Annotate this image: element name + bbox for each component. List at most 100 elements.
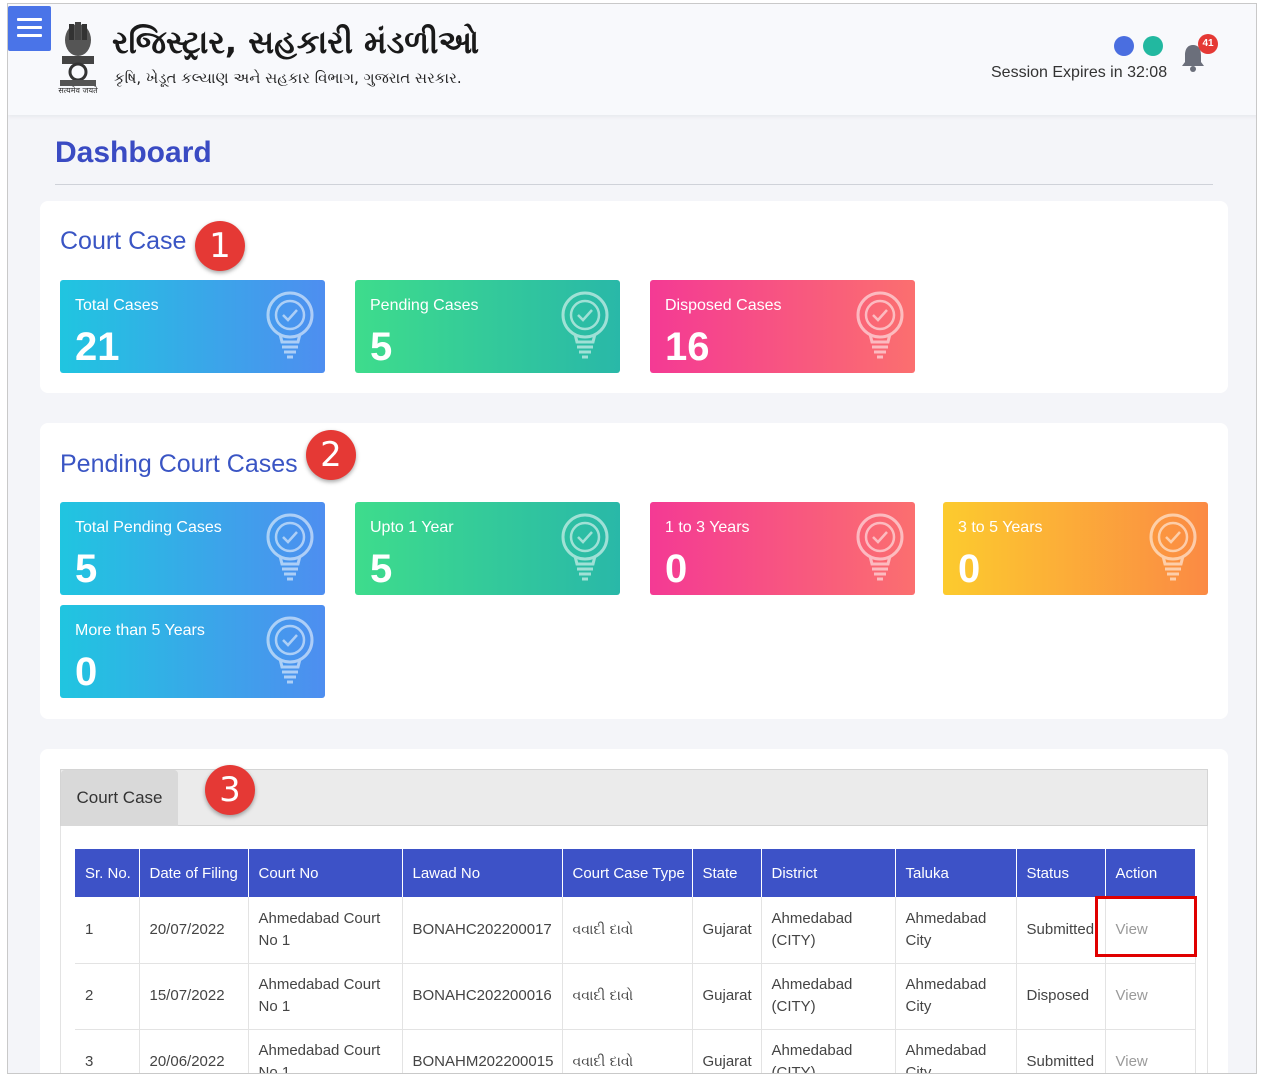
column-header[interactable]: Action <box>1105 849 1196 897</box>
hamburger-menu-icon[interactable] <box>8 6 51 51</box>
cell-date-of-filing: 20/06/2022 <box>139 1029 249 1073</box>
cell-lawad-no: BONAHC202200017 <box>402 897 563 964</box>
card-more-than-5-years[interactable]: More than 5 Years 0 <box>60 605 325 698</box>
cell-action: View <box>1105 1029 1196 1073</box>
cell-sr-no: 2 <box>75 963 140 1030</box>
highlight-box <box>1095 896 1197 957</box>
card-label: Total Cases <box>75 297 159 314</box>
app-title: રજિસ્ટ્રાર, સહકારી મંડળીઓ <box>112 23 480 61</box>
card-value: 0 <box>958 547 981 591</box>
cell-status: Submitted <box>1016 897 1106 964</box>
court-case-table: Sr. No. Date of Filing Court No Lawad No… <box>75 849 1196 1073</box>
card-total-pending[interactable]: Total Pending Cases 5 <box>60 502 325 595</box>
lightbulb-check-icon <box>855 290 905 362</box>
cell-court-case-type: વવાદી દાવો <box>562 897 693 964</box>
cell-date-of-filing: 15/07/2022 <box>139 963 249 1030</box>
table-row: 1 20/07/2022 Ahmedabad Court No 1 BONAHC… <box>75 897 1196 964</box>
cell-sr-no: 1 <box>75 897 140 964</box>
table-row: 2 15/07/2022 Ahmedabad Court No 1 BONAHC… <box>75 963 1196 1030</box>
cell-court-no: Ahmedabad Court No 1 <box>248 1029 403 1073</box>
cell-district: Ahmedabad (CITY) <box>761 897 896 964</box>
title-divider <box>55 184 1213 185</box>
column-header[interactable]: Lawad No <box>402 849 563 897</box>
cell-district: Ahmedabad (CITY) <box>761 1029 896 1073</box>
lightbulb-check-icon <box>265 512 315 584</box>
table-header-row: Sr. No. Date of Filing Court No Lawad No… <box>75 849 1196 897</box>
card-label: Disposed Cases <box>665 297 782 314</box>
column-header[interactable]: Court Case Type <box>562 849 693 897</box>
cell-state: Gujarat <box>692 963 762 1030</box>
step-marker-1: 1 <box>195 221 245 271</box>
cell-court-no: Ahmedabad Court No 1 <box>248 963 403 1030</box>
card-value: 0 <box>75 650 98 694</box>
cell-court-case-type: વવાદી દાવો <box>562 1029 693 1073</box>
cell-taluka: Ahmedabad City <box>895 963 1017 1030</box>
notification-badge[interactable]: 41 <box>1198 34 1218 54</box>
card-3-to-5-years[interactable]: 3 to 5 Years 0 <box>943 502 1208 595</box>
cell-state: Gujarat <box>692 897 762 964</box>
cell-sr-no: 3 <box>75 1029 140 1073</box>
status-dot-blue <box>1114 36 1134 56</box>
card-value: 0 <box>665 547 688 591</box>
card-value: 16 <box>665 325 710 369</box>
lightbulb-check-icon <box>1148 512 1198 584</box>
column-header[interactable]: Sr. No. <box>75 849 140 897</box>
cell-lawad-no: BONAHC202200016 <box>402 963 563 1030</box>
status-dot-teal <box>1143 36 1163 56</box>
card-label: Pending Cases <box>370 297 479 314</box>
app-header: सत्यमेव जयते રજિસ્ટ્રાર, સહકારી મંડળીઓ ક… <box>8 4 1256 115</box>
cell-lawad-no: BONAHM202200015 <box>402 1029 563 1073</box>
court-case-title: Court Case <box>60 227 187 255</box>
card-value: 5 <box>75 547 98 591</box>
table-container: Sr. No. Date of Filing Court No Lawad No… <box>60 826 1208 1073</box>
card-value: 5 <box>370 547 393 591</box>
cell-state: Gujarat <box>692 1029 762 1073</box>
cell-court-no: Ahmedabad Court No 1 <box>248 897 403 964</box>
card-value: 21 <box>75 325 120 369</box>
step-marker-2: 2 <box>306 430 356 480</box>
column-header[interactable]: Court No <box>248 849 403 897</box>
emblem-motto: सत्यमेव जयते <box>58 86 98 95</box>
card-disposed-cases[interactable]: Disposed Cases 16 <box>650 280 915 373</box>
court-case-panel: Court Case 1 Total Cases 21 Pending Case… <box>40 201 1228 393</box>
cell-court-case-type: વવાદી દાવો <box>562 963 693 1030</box>
cell-district: Ahmedabad (CITY) <box>761 963 896 1030</box>
lightbulb-check-icon <box>560 512 610 584</box>
card-1-to-3-years[interactable]: 1 to 3 Years 0 <box>650 502 915 595</box>
card-pending-cases[interactable]: Pending Cases 5 <box>355 280 620 373</box>
cell-status: Disposed <box>1016 963 1106 1030</box>
card-label: 1 to 3 Years <box>665 519 750 536</box>
card-value: 5 <box>370 325 393 369</box>
card-upto-1-year[interactable]: Upto 1 Year 5 <box>355 502 620 595</box>
cell-status: Submitted <box>1016 1029 1106 1073</box>
column-header[interactable]: Status <box>1016 849 1106 897</box>
lightbulb-check-icon <box>560 290 610 362</box>
table-row: 3 20/06/2022 Ahmedabad Court No 1 BONAHM… <box>75 1029 1196 1073</box>
card-total-cases[interactable]: Total Cases 21 <box>60 280 325 373</box>
tab-court-case[interactable]: Court Case <box>61 770 178 826</box>
column-header[interactable]: Date of Filing <box>139 849 249 897</box>
cell-date-of-filing: 20/07/2022 <box>139 897 249 964</box>
court-case-table-panel: Court Case 3 Sr. No. Date of Filing Cour… <box>40 749 1228 1073</box>
step-marker-3: 3 <box>205 765 255 815</box>
card-label: 3 to 5 Years <box>958 519 1043 536</box>
cell-taluka: Ahmedabad City <box>895 897 1017 964</box>
lightbulb-check-icon <box>265 615 315 687</box>
page-title: Dashboard <box>55 136 212 169</box>
cell-action: View <box>1105 963 1196 1030</box>
pending-court-cases-title: Pending Court Cases <box>60 450 298 478</box>
card-label: More than 5 Years <box>75 622 205 639</box>
session-timer: Session Expires in 32:08 <box>991 64 1168 81</box>
card-label: Total Pending Cases <box>75 519 222 536</box>
column-header[interactable]: District <box>761 849 896 897</box>
lightbulb-check-icon <box>265 290 315 362</box>
card-label: Upto 1 Year <box>370 519 454 536</box>
lightbulb-check-icon <box>855 512 905 584</box>
view-link[interactable]: View <box>1116 987 1148 1004</box>
app-frame: सत्यमेव जयते રજિસ્ટ્રાર, સહકારી મંડળીઓ ક… <box>7 3 1257 1074</box>
column-header[interactable]: State <box>692 849 762 897</box>
app-subtitle: કૃષિ, ખેડૂત કલ્યાણ અને સહકાર વિભાગ, ગુજર… <box>114 69 462 87</box>
column-header[interactable]: Taluka <box>895 849 1017 897</box>
view-link[interactable]: View <box>1116 1053 1148 1070</box>
cell-taluka: Ahmedabad City <box>895 1029 1017 1073</box>
